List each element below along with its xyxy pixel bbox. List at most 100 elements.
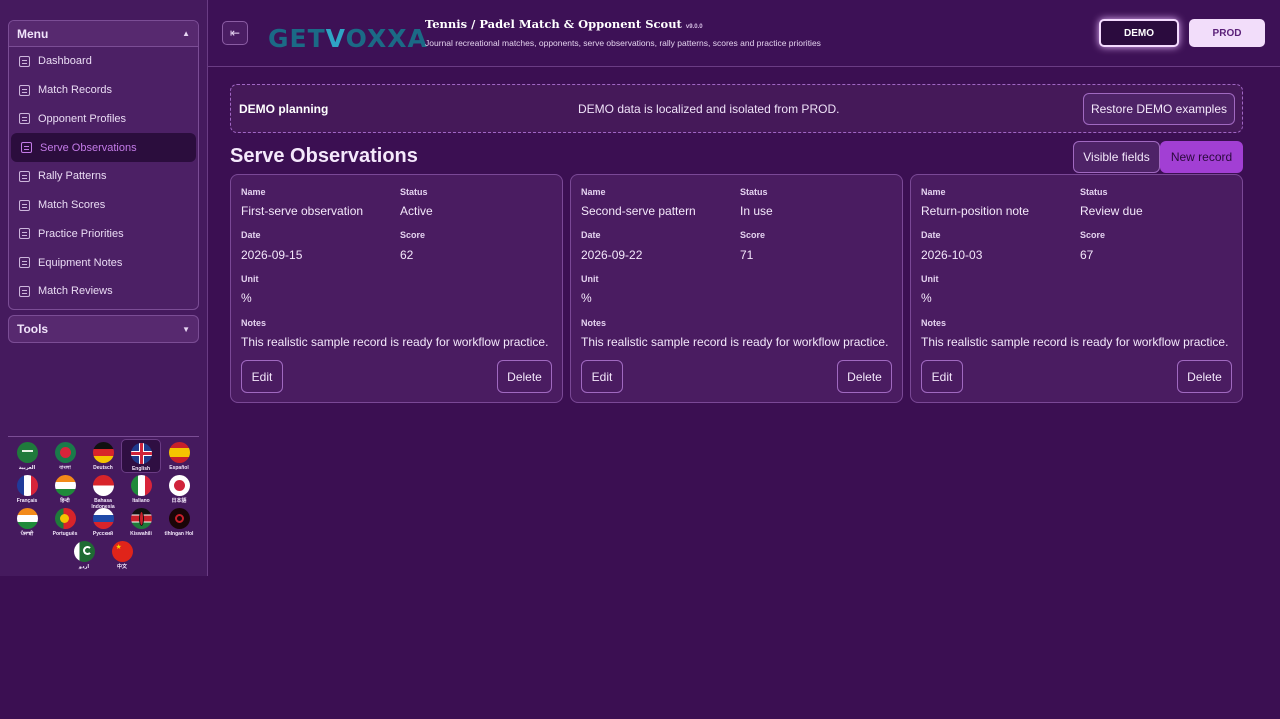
record-notes: This realistic sample record is ready fo… — [241, 335, 549, 349]
chevron-down-icon: ▼ — [182, 324, 190, 334]
language-italian[interactable]: Italiano — [121, 475, 161, 509]
field-label-notes: Notes — [581, 318, 607, 328]
sidebar-item-label: Equipment Notes — [38, 256, 123, 269]
sidebar-item-match-scores[interactable]: Match Scores — [9, 191, 198, 220]
sidebar-collapse-icon[interactable]: ⇤ — [222, 21, 248, 45]
record-card: Name Status Return-position note Review … — [910, 174, 1243, 403]
field-label-score: Score — [400, 230, 426, 240]
record-card: Name Status First-serve observation Acti… — [230, 174, 563, 403]
sidebar-item-match-records[interactable]: Match Records — [9, 76, 198, 105]
field-label-notes: Notes — [241, 318, 267, 328]
field-label-status: Status — [740, 187, 768, 197]
version-badge: v9.0.0 — [685, 24, 703, 30]
sidebar-item-serve-observations[interactable]: Serve Observations — [11, 133, 196, 162]
sidebar-item-equipment-notes[interactable]: Equipment Notes — [9, 248, 198, 277]
language-bengali[interactable]: বাংলা — [45, 442, 85, 476]
record-status: Active — [400, 204, 433, 218]
language-swahili[interactable]: Kiswahili — [121, 508, 161, 542]
field-label-notes: Notes — [921, 318, 947, 328]
restore-demo-button[interactable]: Restore DEMO examples — [1083, 93, 1235, 125]
language-label: اردو — [78, 564, 90, 570]
language-label: 中文 — [116, 564, 127, 570]
field-label-date: Date — [921, 230, 941, 240]
language-russian[interactable]: Русский — [83, 508, 123, 542]
china-flag-icon: ★ — [111, 541, 133, 562]
menu-panel: Menu ▲ Dashboard Match Records Opponent … — [8, 20, 199, 310]
record-date: 2026-10-03 — [921, 248, 983, 262]
prod-button[interactable]: PROD — [1189, 19, 1265, 47]
field-label-status: Status — [1080, 187, 1108, 197]
new-record-button[interactable]: New record — [1160, 141, 1243, 173]
record-date: 2026-09-15 — [241, 248, 303, 262]
language-arabic[interactable]: العربية — [7, 442, 47, 476]
language-label: Kiswahili — [130, 531, 152, 537]
bangladesh-flag-icon — [54, 442, 76, 463]
sidebar-item-rally-patterns[interactable]: Rally Patterns — [9, 162, 198, 191]
delete-button[interactable]: Delete — [837, 360, 892, 393]
italy-flag-icon — [130, 475, 152, 496]
app-header: ⇤ GETVOXXA Tennis / Padel Match & Oppone… — [208, 0, 1280, 67]
record-unit: % — [921, 291, 932, 305]
edit-button[interactable]: Edit — [241, 360, 283, 393]
field-label-unit: Unit — [921, 274, 939, 284]
language-punjabi[interactable]: ਪੰਜਾਬੀ — [7, 508, 47, 542]
list-icon — [19, 55, 30, 67]
language-label: tlhIngan Hol — [164, 531, 194, 537]
sidebar-item-label: Practice Priorities — [38, 227, 124, 240]
sidebar: Menu ▲ Dashboard Match Records Opponent … — [0, 0, 208, 576]
language-english[interactable]: English — [121, 439, 161, 473]
sidebar-item-label: Rally Patterns — [38, 170, 107, 183]
india-flag-icon — [54, 475, 76, 496]
language-label: Español — [169, 465, 189, 471]
language-french[interactable]: Français — [7, 475, 47, 509]
language-german[interactable]: Deutsch — [83, 442, 123, 476]
record-score: 62 — [400, 248, 414, 262]
sidebar-item-opponent-profiles[interactable]: Opponent Profiles — [9, 105, 198, 134]
field-label-unit: Unit — [241, 274, 259, 284]
record-card: Name Status Second-serve pattern In use … — [570, 174, 903, 403]
tools-label: Tools — [17, 322, 49, 336]
germany-flag-icon — [92, 442, 114, 463]
banner-title: DEMO planning — [239, 102, 329, 116]
pakistan-flag-icon — [73, 541, 95, 562]
edit-button[interactable]: Edit — [921, 360, 963, 393]
language-klingon[interactable]: tlhIngan Hol — [159, 508, 199, 542]
field-label-date: Date — [581, 230, 601, 240]
language-label: ਪੰਜਾਬੀ — [20, 531, 34, 537]
language-urdu[interactable]: اردو — [64, 541, 104, 575]
list-icon — [19, 113, 30, 125]
delete-button[interactable]: Delete — [497, 360, 552, 393]
tools-section-toggle[interactable]: Tools ▼ — [8, 315, 199, 343]
record-notes: This realistic sample record is ready fo… — [581, 335, 889, 349]
menu-header[interactable]: Menu ▲ — [9, 21, 198, 47]
language-indonesian[interactable]: Bahasa Indonesia — [83, 475, 123, 510]
sidebar-item-label: Match Records — [38, 84, 112, 97]
spain-flag-icon — [168, 442, 190, 463]
sidebar-item-match-reviews[interactable]: Match Reviews — [9, 277, 198, 306]
language-label: Italiano — [132, 498, 150, 504]
language-label: 日本語 — [171, 498, 187, 504]
record-name: Second-serve pattern — [581, 204, 696, 218]
language-chinese[interactable]: ★ 中文 — [102, 541, 142, 575]
language-portuguese[interactable]: Português — [45, 508, 85, 542]
delete-button[interactable]: Delete — [1177, 360, 1232, 393]
sidebar-item-label: Match Scores — [38, 199, 106, 212]
russia-flag-icon — [92, 508, 114, 529]
list-icon — [19, 170, 30, 182]
klingon-flag-icon — [168, 508, 190, 529]
language-hindi[interactable]: हिन्दी — [45, 475, 85, 509]
language-label: Português — [52, 531, 78, 537]
sidebar-item-dashboard[interactable]: Dashboard — [9, 47, 198, 76]
field-label-name: Name — [241, 187, 266, 197]
language-japanese[interactable]: 日本語 — [159, 475, 199, 509]
sidebar-item-label: Match Reviews — [38, 285, 113, 298]
language-spanish[interactable]: Español — [159, 442, 199, 476]
list-icon — [21, 142, 32, 154]
list-icon — [19, 257, 30, 269]
list-icon — [19, 84, 30, 96]
visible-fields-button[interactable]: Visible fields — [1073, 141, 1160, 173]
sidebar-item-practice-priorities[interactable]: Practice Priorities — [9, 220, 198, 249]
demo-button[interactable]: DEMO — [1099, 19, 1179, 47]
edit-button[interactable]: Edit — [581, 360, 623, 393]
list-icon — [19, 199, 30, 211]
